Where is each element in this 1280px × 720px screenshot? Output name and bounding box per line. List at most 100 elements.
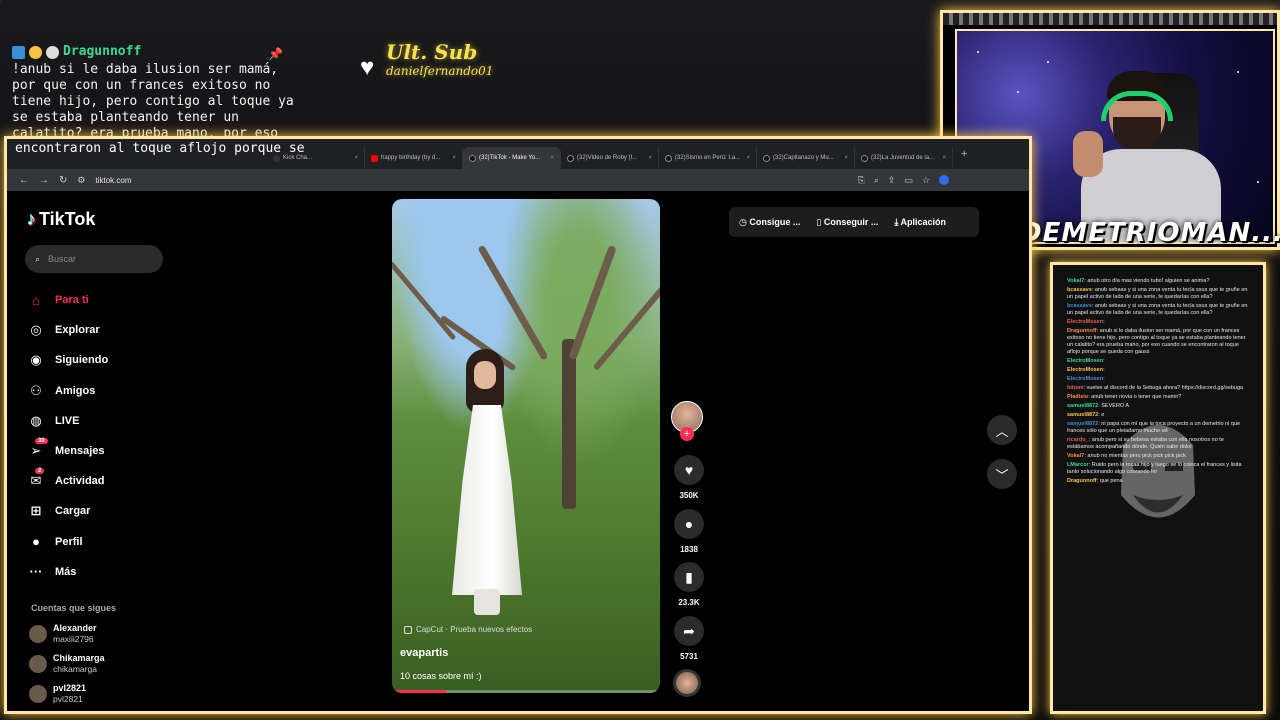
- share-icon[interactable]: ⇪: [888, 175, 896, 186]
- chat-panel: Vokal7: anub otro día mas viendo tubo! a…: [1050, 262, 1266, 714]
- following-account[interactable]: Chikamarga chikamarga: [29, 653, 105, 674]
- top-action-button[interactable]: ◷ Consigue ...: [739, 217, 800, 228]
- chat-text: anub tener novia o tener que mamir?: [1091, 394, 1182, 400]
- following-avatar-icon: ◉: [30, 352, 42, 368]
- profile-icon[interactable]: [939, 174, 949, 185]
- chat-username: bcassavs: [1067, 303, 1092, 309]
- forward-icon[interactable]: →: [39, 175, 49, 186]
- close-tab-icon[interactable]: ×: [746, 155, 750, 161]
- account-name: Alexander: [53, 623, 97, 633]
- sidebar-item-cargar[interactable]: ⊞ Cargar: [27, 496, 108, 526]
- account-handle: maxiii2796: [53, 634, 94, 644]
- browser-tab[interactable]: (32)Sismo en Perú: La... ×: [659, 147, 757, 169]
- site-info-icon[interactable]: ⚙: [77, 175, 85, 186]
- chat-text: anub sebaas y si una zona venta tu tecla…: [1067, 287, 1248, 300]
- close-tab-icon[interactable]: ×: [452, 155, 456, 161]
- tiktok-note-icon: ♪: [27, 209, 36, 229]
- save-button[interactable]: ▮ 23.3K: [671, 562, 707, 607]
- tiktok-favicon-icon: [567, 154, 574, 162]
- film-strip-decoration: [943, 13, 1277, 25]
- like-button[interactable]: ♥ 350K: [671, 455, 707, 500]
- comment-button[interactable]: ● 1838: [671, 509, 707, 554]
- chat-message: samuel8872: SEVERO A: [1067, 403, 1130, 409]
- reload-icon[interactable]: ↻: [59, 175, 67, 186]
- phone-icon: ▯: [816, 216, 822, 227]
- music-disc[interactable]: [673, 669, 701, 697]
- tiktok-favicon-icon: [469, 154, 476, 162]
- effect-tag[interactable]: CapCut · Prueba nuevos efectos: [404, 625, 532, 634]
- chat-message: Dragunnoff: que pena: [1067, 478, 1123, 484]
- following-account[interactable]: Alexander maxiii2796: [29, 623, 97, 644]
- chat-message: ElectroMosen:: [1067, 376, 1105, 382]
- video-author[interactable]: evapartis: [400, 647, 448, 659]
- browser-tab[interactable]: (32)La Juventud de la... ×: [855, 147, 953, 169]
- share-button[interactable]: ➦ 5731: [671, 616, 707, 661]
- home-icon: ⌂: [32, 292, 40, 308]
- chat-message: Vokal7: anub no mientas pero pick pick p…: [1067, 453, 1186, 459]
- chat-message: LMarcor: Ruido pero la tocaa hijo y lueg…: [1067, 462, 1242, 475]
- back-icon[interactable]: ←: [19, 175, 29, 186]
- heart-icon: ♥: [674, 455, 704, 485]
- sidebar-item-mensajes[interactable]: ➢ 30 Mensajes: [27, 436, 108, 466]
- close-tab-icon[interactable]: ×: [648, 155, 652, 161]
- streamer-name: DEMETRIOMAN....: [1020, 218, 1280, 248]
- sidebar-item-label: Cargar: [55, 505, 91, 518]
- previous-video-button[interactable]: ︿: [987, 415, 1017, 445]
- video-progress-bar[interactable]: [392, 690, 660, 693]
- new-tab-button[interactable]: +: [953, 148, 975, 160]
- close-tab-icon[interactable]: ×: [354, 155, 358, 161]
- browser-tab[interactable]: (32)TikTok - Make Yo... ×: [463, 147, 561, 169]
- translate-icon[interactable]: ⎘: [858, 175, 865, 186]
- chat-message: bcassavs: anub sebaas y si una zona vent…: [1067, 287, 1248, 300]
- close-tab-icon[interactable]: ×: [550, 155, 554, 161]
- sidebar-nav: ⌂ Para ti ◎ Explorar ◉ Siguiendo ⚇ Amigos ◍ LIVE ➢…: [27, 285, 109, 587]
- tab-label: (32)Sismo en Perú: La...: [675, 155, 741, 161]
- chat-username: LMarcor: [1067, 462, 1089, 468]
- sidebar-item-live[interactable]: ◍ LIVE: [27, 406, 108, 436]
- next-video-button[interactable]: ﹀: [987, 459, 1017, 489]
- top-action-button[interactable]: ⤓ Aplicación: [894, 217, 946, 228]
- pin-icon: 📌: [268, 47, 283, 61]
- account-name: pvl2821: [53, 683, 87, 693]
- url-field[interactable]: tiktok.com: [95, 176, 131, 185]
- chat-list: Vokal7: anub otro día mas viendo tubo! a…: [1053, 265, 1263, 486]
- browser-tab[interactable]: (32)Capitanazo y Mu... ×: [757, 147, 855, 169]
- last-sub-title: Ult. Sub: [386, 40, 478, 64]
- chat-message: Pladisio: anub tener novia o tener que m…: [1067, 394, 1182, 400]
- top-action-button[interactable]: ▯ Conseguir ...: [816, 217, 878, 228]
- zoom-icon[interactable]: ⌕: [874, 175, 879, 186]
- stream-layout: Dragunnoff 📌 !anub si le daba ilusion se…: [0, 0, 1280, 720]
- cast-icon[interactable]: ▭: [904, 175, 913, 186]
- search-input[interactable]: ⌕ Buscar: [25, 245, 163, 273]
- close-tab-icon[interactable]: ×: [942, 155, 946, 161]
- tabs: Kick Cha... × happy birthday (by d... × (32)…: [267, 147, 953, 169]
- close-tab-icon[interactable]: ×: [844, 155, 848, 161]
- video-player[interactable]: CapCut · Prueba nuevos efectos evapartis…: [392, 199, 660, 693]
- sidebar-item-label: Más: [55, 565, 77, 578]
- chat-text: SEVERO A: [1101, 403, 1130, 409]
- tiktok-logo[interactable]: ♪ TikTok: [27, 209, 95, 230]
- chat-text: anub pero si su bebesa estaba con ella n…: [1067, 437, 1224, 450]
- sidebar-item-siguiendo[interactable]: ◉ Siguiendo: [27, 345, 108, 375]
- chat-message: Vokal7: anub otro día mas viendo tubo! a…: [1067, 278, 1210, 284]
- sidebar-item-parati[interactable]: ⌂ Para ti: [27, 285, 108, 315]
- download-icon: ⤓: [894, 216, 899, 227]
- last-sub-name: danielfernando01: [386, 64, 494, 78]
- sidebar-item-amigos[interactable]: ⚇ Amigos: [27, 376, 108, 406]
- sidebar-item-ms[interactable]: ··· Más: [27, 557, 108, 587]
- sidebar-item-actividad[interactable]: ✉ 2 Actividad: [27, 466, 108, 496]
- sidebar-item-perfil[interactable]: ● Perfil: [27, 527, 108, 557]
- share-count: 5731: [680, 652, 698, 661]
- top-action-label: Consigue ...: [749, 216, 801, 227]
- bookmark-star-icon[interactable]: ☆: [922, 175, 930, 186]
- chat-message: bcassavs: anub sebaas y si una zona vent…: [1067, 303, 1248, 316]
- tab-label: (32)La Juventud de la...: [871, 155, 935, 161]
- tab-label: (32)Capitanazo y Mu...: [773, 155, 834, 161]
- sidebar-item-explorar[interactable]: ◎ Explorar: [27, 315, 108, 345]
- follow-button[interactable]: +: [680, 427, 694, 441]
- browser-tab[interactable]: (32)Video de Roby (t... ×: [561, 147, 659, 169]
- browser-tab[interactable]: happy birthday (by d... ×: [365, 147, 463, 169]
- notification-badge: 30: [35, 437, 48, 444]
- following-account[interactable]: pvl2821 pvl2821: [29, 683, 86, 704]
- top-actions: ◷ Consigue ... ▯ Conseguir ... ⤓ Aplicació…: [729, 207, 979, 237]
